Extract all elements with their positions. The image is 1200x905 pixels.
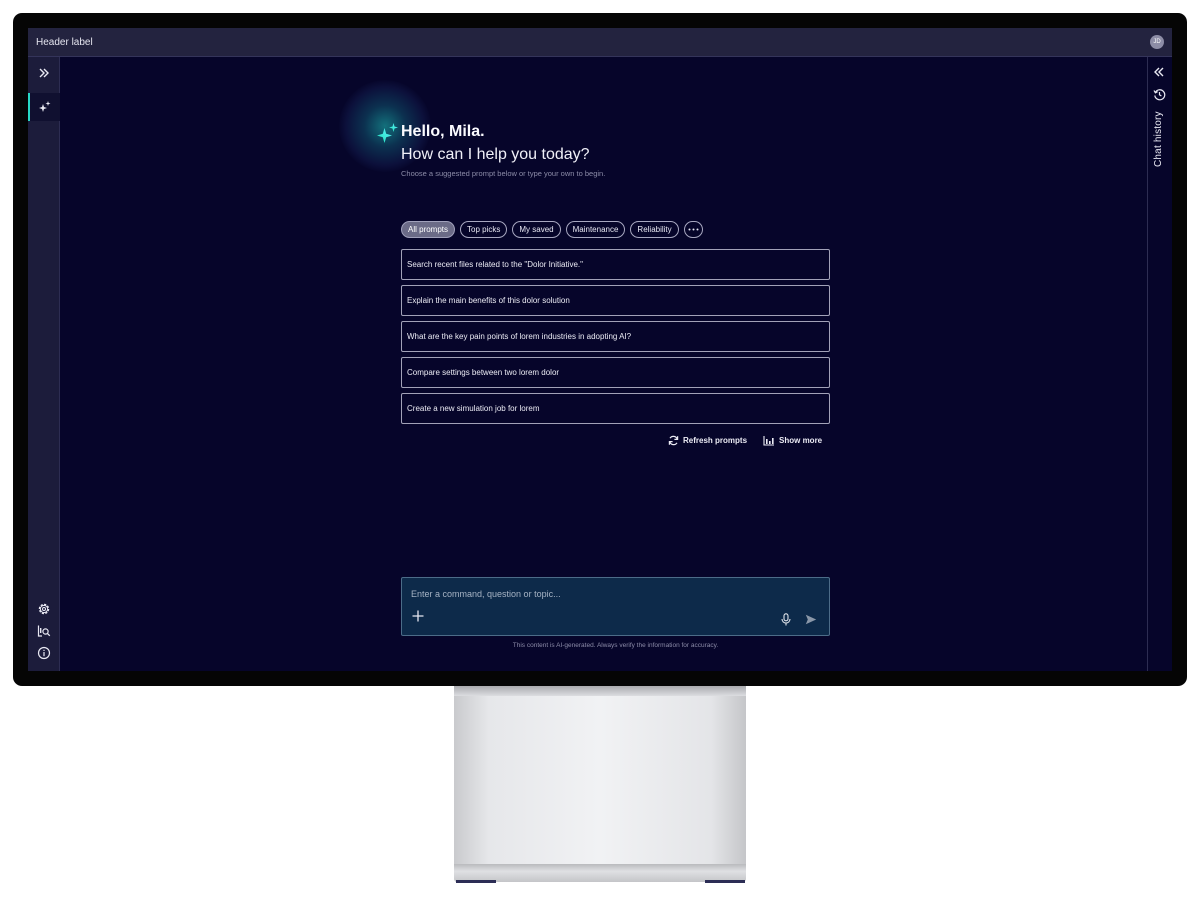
- refresh-prompts-label: Refresh prompts: [683, 436, 748, 445]
- chip-my-saved[interactable]: My saved: [512, 221, 561, 238]
- double-chevron-right-icon: [39, 68, 49, 78]
- prompt-item[interactable]: Create a new simulation job for lorem: [401, 393, 830, 424]
- refresh-prompts-button[interactable]: Refresh prompts: [668, 435, 747, 446]
- monitor-stand-base: [454, 864, 746, 882]
- expand-sidebar-button[interactable]: [28, 59, 60, 87]
- chat-history-toggle[interactable]: Chat history: [1153, 105, 1164, 167]
- chat-composer[interactable]: Enter a command, question or topic...: [401, 577, 830, 636]
- sparkle-icon: [39, 101, 51, 112]
- prompt-item[interactable]: What are the key pain points of lorem in…: [401, 321, 830, 352]
- prompt-item[interactable]: Compare settings between two lorem dolor: [401, 357, 830, 388]
- greeting-question: How can I help you today?: [401, 146, 590, 163]
- double-chevron-left-icon[interactable]: [1153, 66, 1165, 78]
- chip-reliability[interactable]: Reliability: [630, 221, 679, 238]
- header-label: Header label: [36, 36, 93, 48]
- avatar[interactable]: JD: [1150, 35, 1164, 49]
- greeting-hint: Choose a suggested prompt below or type …: [401, 169, 606, 178]
- stand-foot-right: [705, 880, 745, 883]
- app-screen: Header label JD Chat history Hello, Mila…: [28, 28, 1172, 671]
- gear-icon[interactable]: [37, 602, 51, 616]
- search-data-icon[interactable]: [37, 624, 51, 638]
- history-icon[interactable]: [1153, 88, 1166, 101]
- prompt-actions: Refresh prompts Show more: [668, 435, 822, 446]
- suggested-prompts: Search recent files related to the "Dolo…: [401, 249, 830, 429]
- prompt-item[interactable]: Explain the main benefits of this dolor …: [401, 285, 830, 316]
- stand-foot-left: [456, 880, 496, 883]
- chip-top-picks[interactable]: Top picks: [460, 221, 508, 238]
- show-more-icon: [763, 436, 775, 446]
- microphone-icon[interactable]: [781, 613, 791, 626]
- chip-all-prompts[interactable]: All prompts: [401, 221, 456, 238]
- monitor-stand: [454, 686, 746, 864]
- right-sidebar: Chat history: [1147, 57, 1172, 671]
- more-chips-button[interactable]: [683, 221, 703, 238]
- ai-disclaimer: This content is AI-generated. Always ver…: [512, 642, 719, 649]
- assistant-sparkle-icon: [377, 123, 398, 143]
- plus-icon[interactable]: [412, 610, 424, 626]
- composer-input[interactable]: Enter a command, question or topic...: [411, 589, 561, 599]
- show-more-label: Show more: [779, 436, 823, 445]
- refresh-icon: [668, 435, 679, 446]
- prompt-item[interactable]: Search recent files related to the "Dolo…: [401, 249, 830, 280]
- left-sidebar: [28, 57, 60, 671]
- prompt-filter-chips: All prompts Top picks My saved Maintenan…: [401, 221, 703, 238]
- app-header: Header label JD: [28, 28, 1172, 57]
- greeting-title: Hello, Mila.: [401, 123, 485, 140]
- info-icon[interactable]: [37, 646, 51, 660]
- show-more-button[interactable]: Show more: [763, 435, 822, 446]
- ellipsis-icon: [688, 228, 699, 231]
- chip-maintenance[interactable]: Maintenance: [565, 221, 626, 238]
- send-icon[interactable]: [805, 614, 817, 625]
- sidebar-item-assistant[interactable]: [28, 93, 60, 121]
